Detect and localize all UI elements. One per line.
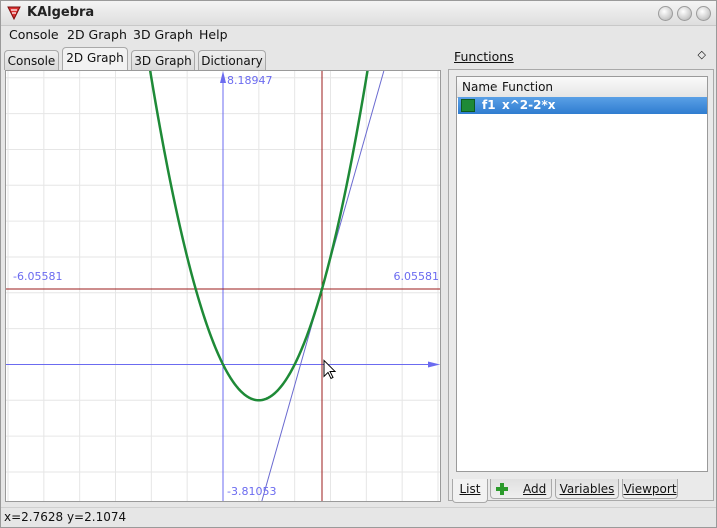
plus-icon [496,483,508,495]
plot-svg[interactable]: -6.05581 6.05581 8.18947 -3.81053 [6,2,440,502]
list-header: Name : Function [457,77,707,98]
function-name: f1 [482,98,496,112]
status-bar: x=2.7628 y=2.1074 [1,507,716,528]
function-expression: x^2-2*x [502,98,556,112]
x-min-label: -6.05581 [13,270,62,283]
tab-variables[interactable]: Variables [555,479,619,499]
y-min-label: -3.81053 [227,485,276,498]
menu-2d-graph[interactable]: 2D Graph [67,27,127,42]
column-function[interactable]: Function [502,80,553,94]
window-title: KAlgebra [27,5,95,20]
function-row[interactable]: f1 x^2-2*x [458,97,707,114]
tab-list[interactable]: List [452,479,488,503]
tab-add[interactable]: Add [490,479,552,499]
status-coordinates: x=2.7628 y=2.1074 [4,510,127,524]
y-axis-arrow [220,71,226,83]
functions-dock-title: Functions [454,49,514,64]
menu-console[interactable]: Console [9,27,59,42]
dock-float-icon[interactable]: ◇ [698,48,706,61]
minimize-button[interactable] [658,6,673,21]
app-window: KAlgebra Console 2D Graph 3D Graph Help … [0,0,717,528]
mouse-cursor-icon [323,359,337,380]
title-bar[interactable]: KAlgebra [1,1,716,26]
functions-list[interactable]: Name : Function f1 x^2-2*x [456,76,708,472]
tab-dictionary[interactable]: Dictionary [198,50,266,70]
tab-console[interactable]: Console [4,50,59,70]
functions-panel: Name : Function f1 x^2-2*x [448,69,714,501]
y-max-label: 8.18947 [227,74,273,87]
tab-2d-graph[interactable]: 2D Graph [62,47,128,71]
menu-help[interactable]: Help [199,27,228,42]
main-tabs: Console 2D Graph 3D Graph Dictionary [1,47,445,71]
menu-3d-graph[interactable]: 3D Graph [133,27,193,42]
menu-bar: Console 2D Graph 3D Graph Help [1,25,716,45]
function-color-swatch [461,99,475,112]
maximize-button[interactable] [677,6,692,21]
functions-dock: Functions ◇ Name : Function f1 x^2-2*x L… [448,45,716,503]
tab-viewport[interactable]: Viewport [622,479,678,499]
graph-2d-canvas[interactable]: -6.05581 6.05581 8.18947 -3.81053 [5,2,441,502]
close-button[interactable] [696,6,711,21]
kalgebra-app-icon [7,6,21,21]
tab-3d-graph[interactable]: 3D Graph [131,50,195,70]
x-max-label: 6.05581 [394,270,440,283]
